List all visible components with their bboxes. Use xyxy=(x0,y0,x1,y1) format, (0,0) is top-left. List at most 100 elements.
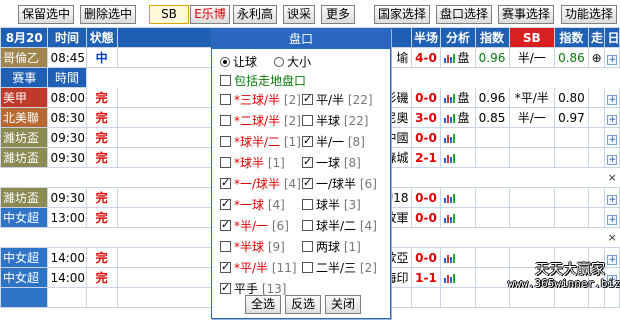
checkbox-icon[interactable] xyxy=(302,241,313,252)
pan-link[interactable]: 盘 xyxy=(457,111,469,125)
plus-icon[interactable]: + xyxy=(607,134,618,145)
handicap-option[interactable]: *一球 [4] xyxy=(220,195,285,214)
ri-cell[interactable]: + xyxy=(604,87,620,108)
radio-icon-selected[interactable] xyxy=(220,57,230,67)
close-cell[interactable]: × xyxy=(604,167,620,188)
function-select-button[interactable]: 功能选择 xyxy=(561,5,617,24)
league-cell[interactable]: 美甲 xyxy=(0,87,49,108)
include-walk-option[interactable]: 包括走地盘口 xyxy=(220,72,306,90)
checkbox-checked-icon[interactable] xyxy=(220,174,231,192)
handicap-select-button[interactable]: 盘口选择 xyxy=(436,5,492,24)
yonglegao-button[interactable]: 永利高 xyxy=(233,5,277,24)
league-cell[interactable]: 中女超 xyxy=(0,207,49,228)
handicap-option[interactable]: 一球 [8] xyxy=(302,153,361,172)
weicai-button[interactable]: 谀采 xyxy=(283,5,315,24)
analysis-cell[interactable] xyxy=(440,187,476,208)
ri-cell[interactable]: + xyxy=(604,107,620,128)
home-team-name[interactable]: 堬 xyxy=(397,51,409,65)
league-cell[interactable]: 哥倫乙 xyxy=(0,47,49,68)
checkbox-checked-icon[interactable] xyxy=(302,90,313,108)
close-cell[interactable]: × xyxy=(604,227,620,248)
handicap-option[interactable]: *半球 [9] xyxy=(220,238,285,256)
checkbox-icon[interactable] xyxy=(302,220,313,231)
more-button[interactable]: 更多 xyxy=(321,5,355,24)
ri-cell[interactable]: + xyxy=(604,247,620,268)
handicap-option[interactable]: 球半/二 [4] xyxy=(302,217,377,235)
ri-cell[interactable]: + xyxy=(604,127,620,148)
league-cell[interactable]: 濰坊盃 xyxy=(0,127,49,148)
bar-chart-icon[interactable] xyxy=(443,53,456,63)
radio-icon[interactable] xyxy=(274,57,284,67)
ri-cell[interactable]: + xyxy=(604,47,620,68)
bar-chart-icon[interactable] xyxy=(443,273,456,283)
league-cell[interactable] xyxy=(0,287,49,308)
checkbox-icon[interactable] xyxy=(302,115,313,126)
handicap-option[interactable]: *球半 [1] xyxy=(220,154,285,172)
bar-chart-icon[interactable] xyxy=(443,133,456,143)
keep-selected-button[interactable]: 保留选中 xyxy=(18,5,74,24)
analysis-cell[interactable]: 盘 xyxy=(440,107,476,128)
handicap-option[interactable]: *半/一 [6] xyxy=(220,216,289,235)
sb-button[interactable]: SB xyxy=(149,5,189,24)
plus-icon[interactable]: + xyxy=(607,194,618,205)
ri-cell[interactable]: + xyxy=(604,147,620,168)
pan-link[interactable]: 盘 xyxy=(457,51,469,65)
close-icon[interactable]: × xyxy=(608,231,617,244)
checkbox-checked-icon[interactable] xyxy=(302,132,313,150)
handicap-option[interactable]: *平/半 [11] xyxy=(220,258,297,277)
analysis-cell[interactable]: 盘 xyxy=(440,47,476,68)
checkbox-checked-icon[interactable] xyxy=(302,153,313,171)
analysis-cell[interactable] xyxy=(440,207,476,228)
pan-link[interactable]: 盘 xyxy=(457,91,469,105)
bar-chart-icon[interactable] xyxy=(443,193,456,203)
analysis-cell[interactable] xyxy=(440,247,476,268)
handicap-option[interactable]: 平/半 [22] xyxy=(302,90,373,109)
checkbox-checked-icon[interactable] xyxy=(302,174,313,192)
ele-button[interactable]: E乐博 xyxy=(190,5,230,24)
bar-chart-icon[interactable] xyxy=(443,213,456,223)
radio-daxiao[interactable]: 大小 xyxy=(274,53,311,71)
handicap-option[interactable]: *球半/二 [1] xyxy=(220,133,301,151)
league-cell[interactable]: 濰坊盃 xyxy=(0,147,49,168)
league-cell[interactable]: 中女超 xyxy=(0,247,49,268)
handicap-option[interactable]: 一/球半 [6] xyxy=(302,174,377,193)
plus-icon[interactable]: + xyxy=(607,94,618,105)
handicap-option[interactable]: 半球 [22] xyxy=(302,112,368,130)
select-all-button[interactable]: 全选 xyxy=(245,295,281,314)
bar-chart-icon[interactable] xyxy=(443,113,456,123)
ri-cell[interactable]: + xyxy=(604,207,620,228)
checkbox-icon[interactable] xyxy=(220,75,231,86)
bar-chart-icon[interactable] xyxy=(443,253,456,263)
checkbox-icon[interactable] xyxy=(220,115,231,126)
handicap-option[interactable]: 半/一 [8] xyxy=(302,132,365,151)
checkbox-checked-icon[interactable] xyxy=(220,195,231,213)
close-icon[interactable]: × xyxy=(608,171,617,184)
plus-icon[interactable]: + xyxy=(607,114,618,125)
analysis-cell[interactable] xyxy=(440,127,476,148)
handicap-option[interactable]: *三球/半 [2] xyxy=(220,91,301,109)
checkbox-checked-icon[interactable] xyxy=(220,216,231,234)
league-cell[interactable]: 中女超 xyxy=(0,267,49,288)
plus-icon[interactable]: + xyxy=(607,54,618,65)
handicap-option[interactable]: 二半/三 [2] xyxy=(302,259,377,277)
delete-selected-button[interactable]: 删除选中 xyxy=(80,5,136,24)
bar-chart-icon[interactable] xyxy=(443,153,456,163)
close-button[interactable]: 关闭 xyxy=(325,295,361,314)
checkbox-icon[interactable] xyxy=(220,157,231,168)
checkbox-icon[interactable] xyxy=(220,136,231,147)
checkbox-icon[interactable] xyxy=(220,94,231,105)
analysis-cell[interactable]: 盘 xyxy=(440,87,476,108)
league-cell[interactable]: 濰坊盃 xyxy=(0,187,49,208)
plus-icon[interactable]: + xyxy=(607,214,618,225)
date-header[interactable]: 8月20 xyxy=(0,27,49,48)
country-select-button[interactable]: 国家选择 xyxy=(374,5,430,24)
expand-icon[interactable]: ⊕ xyxy=(592,51,602,65)
checkbox-checked-icon[interactable] xyxy=(220,258,231,276)
radio-rangqiu[interactable]: 让球 xyxy=(220,53,257,71)
checkbox-icon[interactable] xyxy=(302,262,313,273)
checkbox-icon[interactable] xyxy=(220,241,231,252)
analysis-cell[interactable] xyxy=(440,147,476,168)
plus-icon[interactable]: + xyxy=(607,154,618,165)
handicap-option[interactable]: *一/球半 [4] xyxy=(220,174,301,193)
handicap-option[interactable]: 球半 [3] xyxy=(302,196,361,214)
